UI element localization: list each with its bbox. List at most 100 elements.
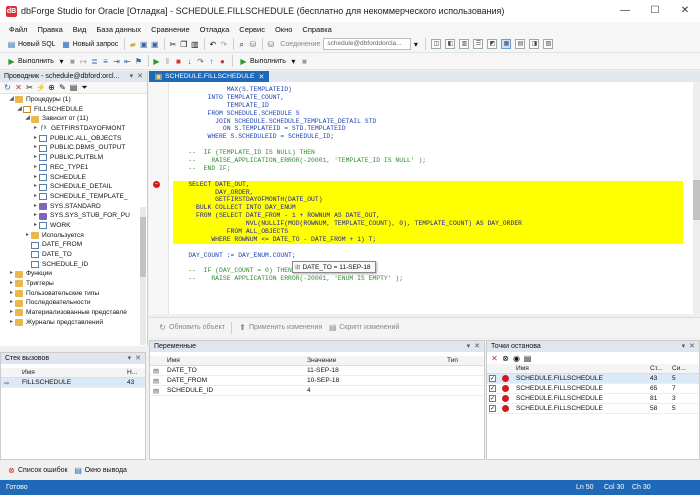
explorer-pin-icon[interactable]: ▾ ✕ [130, 71, 147, 82]
breakpoints-col-s[interactable]: Ст... [647, 365, 669, 372]
copy-icon[interactable]: ❐ [179, 40, 188, 49]
cut-icon-2[interactable]: ✂ [25, 83, 34, 92]
refresh-object-button[interactable]: ↻ Обновить объект [155, 321, 228, 335]
expand-icon[interactable]: ▸ [32, 202, 39, 212]
tree-item[interactable]: ▸ PUBLIC.PLITBLM [0, 153, 147, 163]
expand-icon[interactable]: ▸ [32, 211, 39, 221]
tree-item[interactable]: ▸ SCHEDULE_TEMPLATE_ [0, 192, 147, 202]
breakpoint-row[interactable]: ✓ SCHEDULE.FILLSCHEDULE 81 3 [487, 394, 699, 404]
menu-item-2[interactable]: Вид [68, 25, 92, 34]
expand-icon[interactable]: ▸ [24, 231, 31, 241]
tree-item[interactable]: ▸ PUBLIC.ALL_OBJECTS [0, 134, 147, 144]
breakpoint-toggle-icon[interactable]: ● [218, 57, 227, 66]
tree-item[interactable]: ▸ SYS.SYS_STUB_FOR_PU [0, 211, 147, 221]
expand-icon[interactable]: ▸ [8, 269, 15, 279]
debug-start-icon[interactable]: ▶ [152, 57, 161, 66]
variables-col-type[interactable]: Тип [444, 357, 474, 364]
paste-icon[interactable]: ▥ [190, 40, 199, 49]
layout-icon-7[interactable]: ▤ [515, 39, 526, 49]
run-button[interactable]: ▶ Выполнить [4, 54, 57, 68]
menu-item-7[interactable]: Окно [270, 25, 297, 34]
new-sql-button[interactable]: ▤ Новый SQL [4, 37, 59, 51]
layout-icon-9[interactable]: ▧ [543, 39, 554, 49]
expand-icon[interactable]: ▸ [32, 163, 39, 173]
layout-icon-2[interactable]: ◧ [445, 39, 456, 49]
tree-item[interactable]: ▸ PUBLIC.DBMS_OUTPUT [0, 143, 147, 153]
breakpoints-col-name[interactable]: Имя [513, 365, 647, 372]
tree-item[interactable]: ▸ ƒx GETFIRSTDAYOFMONT [0, 124, 147, 134]
db-icon[interactable]: ⛁ [248, 40, 257, 49]
menu-item-5[interactable]: Отладка [195, 25, 235, 34]
tree-item[interactable]: DATE_FROM [0, 240, 147, 250]
expand-icon[interactable]: ▸ [32, 134, 39, 144]
tree-item[interactable]: ▸ SCHEDULE [0, 173, 147, 183]
tab-error-list[interactable]: ⊗ Список ошибок [4, 464, 71, 478]
menu-item-3[interactable]: База данных [91, 25, 146, 34]
find-icon[interactable]: ⌕ [237, 40, 246, 49]
layout-icon-1[interactable]: ◫ [431, 39, 442, 49]
undo-icon[interactable]: ↶ [208, 40, 217, 49]
comment-icon[interactable]: ≡ [101, 57, 110, 66]
redo-icon[interactable]: ↷ [219, 40, 228, 49]
expand-icon[interactable]: ▸ [32, 153, 39, 163]
step-into-icon[interactable]: ↓ [185, 57, 194, 66]
tree-item[interactable]: ▸ Пользовательские типы [0, 289, 147, 299]
delete-all-icon[interactable]: ⊗ [501, 354, 510, 363]
layout-icon-6[interactable]: ▦ [501, 39, 512, 49]
refresh-icon[interactable]: ↻ [3, 83, 12, 92]
stop-icon-2[interactable]: ■ [300, 57, 309, 66]
tree-item[interactable]: ◢ Зависит от (11) [0, 114, 147, 124]
save-all-icon[interactable]: ▣ [150, 40, 159, 49]
variables-col-name[interactable]: Имя [164, 357, 304, 364]
connection-settings-icon[interactable]: ▾ [411, 40, 420, 49]
expand-icon[interactable]: ▸ [8, 279, 15, 289]
connect-icon[interactable]: ⚡ [36, 83, 46, 92]
bookmark-icon[interactable]: ⚑ [134, 57, 143, 66]
new-connection-icon[interactable]: ⊕ [47, 83, 56, 92]
tree-item[interactable]: ▸ Материализованные представле [0, 308, 147, 318]
props-icon[interactable]: ▤ [69, 83, 78, 92]
expand-icon[interactable]: ▸ [32, 173, 39, 183]
run-to-button[interactable]: ▶ Выполнить [236, 54, 289, 68]
tab-fillschedule[interactable]: ▣ SCHEDULE.FILLSCHEDULE ✕ [149, 71, 270, 82]
format-icon[interactable]: ≣ [90, 57, 99, 66]
tree-item[interactable]: ▸ Функции [0, 269, 147, 279]
layout-icon-8[interactable]: ◨ [529, 39, 540, 49]
expand-icon[interactable]: ▸ [8, 298, 15, 308]
save-icon[interactable]: ▣ [139, 40, 148, 49]
edit-icon[interactable]: ✎ [58, 83, 67, 92]
tree-item[interactable]: ▸ WORK [0, 221, 147, 231]
breakpoint-checkbox[interactable]: ✓ [489, 395, 496, 402]
expand-icon[interactable]: ▸ [32, 182, 39, 192]
breakpoint-checkbox[interactable]: ✓ [489, 385, 496, 392]
variable-row[interactable]: ▤ SCHEDULE_ID 4 [150, 386, 484, 396]
tree-item[interactable]: ▸ Последовательности [0, 298, 147, 308]
variable-row[interactable]: ▤ DATE_FROM 10-SEP-18 [150, 376, 484, 386]
minimize-button[interactable]: — [610, 0, 640, 22]
breakpoint-marker-icon[interactable]: ⇨ [153, 180, 160, 188]
menu-item-0[interactable]: Файл [4, 25, 32, 34]
filter-icon[interactable]: ⏷ [80, 83, 89, 92]
tree-item[interactable]: ▸ Используется [0, 231, 147, 241]
tree-item[interactable]: SCHEDULE_ID [0, 260, 147, 270]
expand-icon[interactable]: ◢ [16, 105, 23, 115]
layout-icon-4[interactable]: ☰ [473, 39, 484, 49]
step-over-icon[interactable]: ↷ [196, 57, 205, 66]
goto-source-icon[interactable]: ▤ [523, 354, 532, 363]
callstack-col-num[interactable]: Н... [124, 369, 144, 376]
tab-close-icon[interactable]: ✕ [259, 73, 265, 81]
tree-item[interactable]: ▸ Триггеры [0, 279, 147, 289]
variables-col-value[interactable]: Значение [304, 357, 444, 364]
expand-icon[interactable]: ◢ [24, 114, 31, 124]
callstack-col-name[interactable]: Имя [19, 369, 124, 376]
callstack-row[interactable]: ⇨ FILLSCHEDULE 43 [1, 378, 145, 388]
expand-icon[interactable]: ▸ [32, 143, 39, 153]
layout-icon-3[interactable]: ▥ [459, 39, 470, 49]
menu-item-6[interactable]: Сервис [234, 25, 270, 34]
tree-item[interactable]: ▸ SYS.STANDARD [0, 202, 147, 212]
breakpoint-row[interactable]: ✓ SCHEDULE.FILLSCHEDULE 58 5 [487, 404, 699, 414]
expand-icon[interactable]: ▸ [8, 308, 15, 318]
layout-icon-5[interactable]: ◩ [487, 39, 498, 49]
run-dropdown-icon[interactable]: ▾ [57, 57, 66, 66]
expand-icon[interactable]: ▸ [8, 289, 15, 299]
